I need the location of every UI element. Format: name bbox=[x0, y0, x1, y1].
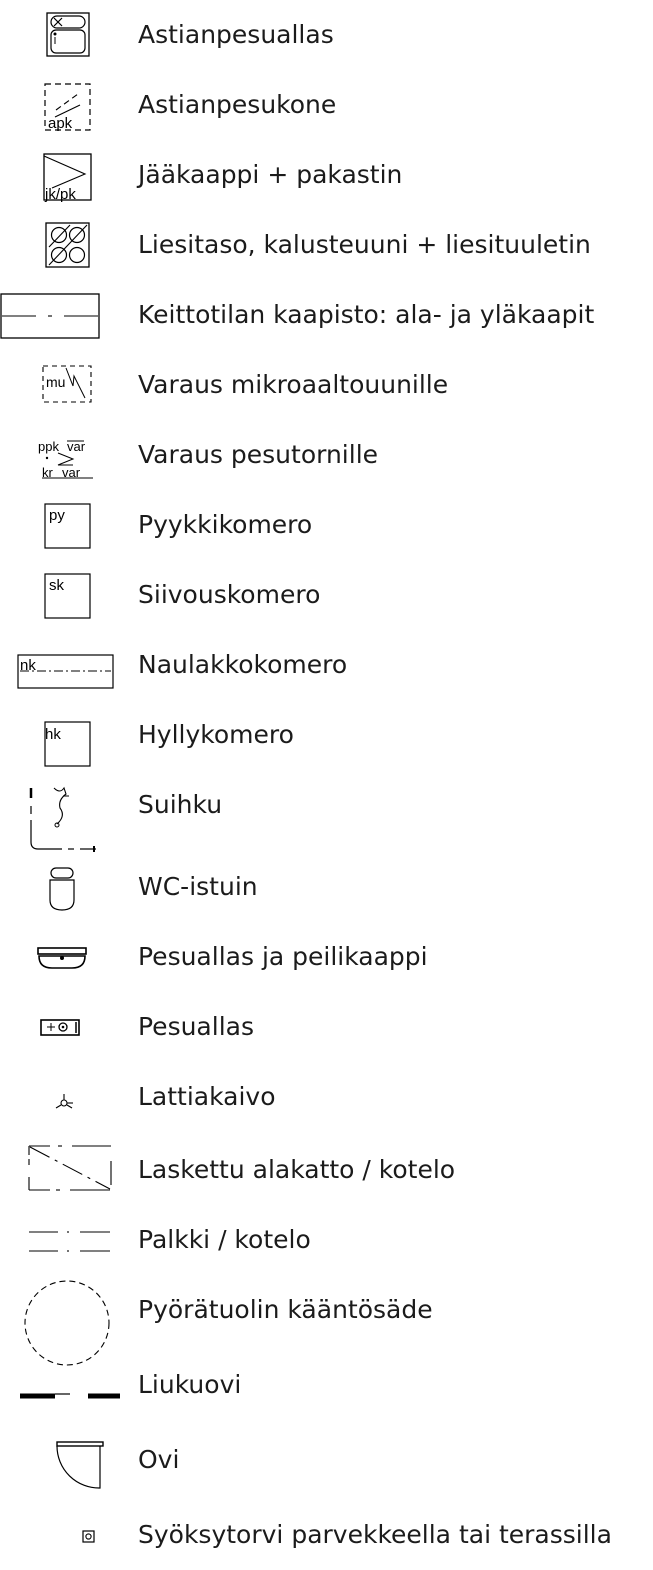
legend-label: Siivouskomero bbox=[138, 580, 321, 609]
legend-label: Hyllykomero bbox=[138, 720, 294, 749]
legend-item-washbasin: Pesuallas bbox=[0, 992, 653, 1062]
legend-label: Varaus pesutornille bbox=[138, 440, 379, 469]
legend-label: WC-istuin bbox=[138, 872, 258, 901]
fridge-freezer-icon: jk/pk bbox=[43, 153, 92, 203]
legend-item-dishwasher: apk Astianpesukone bbox=[0, 70, 653, 140]
dishwasher-icon: apk bbox=[44, 83, 91, 132]
legend-label: Ovi bbox=[138, 1445, 180, 1474]
legend-label: Varaus mikroaaltouunille bbox=[138, 370, 449, 399]
wheelchair-turning-radius-icon bbox=[24, 1280, 110, 1366]
legend-item-washing-tower: ppk var kr var Varaus pesutornille bbox=[0, 420, 653, 490]
legend-item-washbasin-mirror: Pesuallas ja peilikaappi bbox=[0, 922, 653, 992]
legend-label: Jääkaappi + pakastin bbox=[138, 160, 403, 189]
washing-tower-reservation-icon: ppk var kr var bbox=[38, 439, 93, 480]
legend-label: Astianpesukone bbox=[138, 90, 337, 119]
door-icon bbox=[56, 1441, 104, 1489]
shelf-closet-icon: hk bbox=[44, 721, 91, 767]
legend-item-toilet: WC-istuin bbox=[0, 852, 653, 922]
svg-text:ppk: ppk bbox=[38, 439, 59, 454]
legend-item-cleaning-closet: sk Siivouskomero bbox=[0, 560, 653, 630]
legend-item-sliding-door: Liukuovi bbox=[0, 1355, 653, 1425]
stove-hob-icon bbox=[45, 222, 90, 268]
dish-sink-icon bbox=[46, 12, 90, 57]
legend-item-lowered-ceiling: Laskettu alakatto / kotelo bbox=[0, 1135, 653, 1205]
legend-item-wheelchair: Pyörätuolin kääntösäde bbox=[0, 1275, 653, 1366]
legend-label: Laskettu alakatto / kotelo bbox=[138, 1155, 456, 1184]
legend-item-beam: Palkki / kotelo bbox=[0, 1205, 653, 1275]
legend-label: Pesuallas bbox=[138, 1012, 254, 1041]
cleaning-closet-icon: sk bbox=[44, 573, 91, 619]
kitchen-cabinets-icon bbox=[0, 293, 100, 339]
svg-text:mu: mu bbox=[46, 374, 65, 390]
svg-text:apk: apk bbox=[48, 115, 73, 132]
legend-item-kitchen-cabinets: Keittotilan kaapisto: ala- ja yläkaapit bbox=[0, 280, 653, 350]
svg-text:nk: nk bbox=[20, 657, 36, 674]
sliding-door-icon bbox=[20, 1393, 120, 1399]
legend-item-coat-closet: nk Naulakkokomero bbox=[0, 630, 653, 700]
lowered-ceiling-icon bbox=[28, 1145, 112, 1191]
washbasin-icon bbox=[40, 1019, 80, 1036]
laundry-closet-icon: py bbox=[44, 503, 91, 549]
legend-label: Astianpesuallas bbox=[138, 20, 334, 49]
microwave-reservation-icon: mu bbox=[42, 365, 92, 403]
legend-label: Syöksytorvi parvekkeella tai terassilla bbox=[138, 1520, 612, 1549]
coat-closet-icon: nk bbox=[17, 654, 114, 689]
legend-label: Pesuallas ja peilikaappi bbox=[138, 942, 428, 971]
svg-text:jk/pk: jk/pk bbox=[44, 186, 76, 203]
svg-text:sk: sk bbox=[49, 577, 65, 594]
legend-item-shower: Suihku bbox=[0, 770, 653, 852]
legend-item-fridge-freezer: jk/pk Jääkaappi + pakastin bbox=[0, 140, 653, 210]
svg-text:py: py bbox=[49, 507, 65, 524]
legend-label: Pyykkikomero bbox=[138, 510, 313, 539]
legend-label: Naulakkokomero bbox=[138, 650, 348, 679]
legend-label: Suihku bbox=[138, 790, 223, 819]
legend-item-floor-drain: Lattiakaivo bbox=[0, 1062, 653, 1132]
legend-label: Palkki / kotelo bbox=[138, 1225, 311, 1254]
floor-drain-icon bbox=[55, 1094, 73, 1109]
legend-label: Liukuovi bbox=[138, 1370, 242, 1399]
legend-item-stove: Liesitaso, kalusteuuni + liesituuletin bbox=[0, 210, 653, 280]
svg-text:hk: hk bbox=[45, 726, 61, 743]
washbasin-mirror-cabinet-icon bbox=[37, 947, 87, 969]
legend-item-door: Ovi bbox=[0, 1425, 653, 1495]
legend-item-dish-sink: Astianpesuallas bbox=[0, 0, 653, 70]
toilet-icon bbox=[49, 867, 75, 911]
legend-item-microwave: mu Varaus mikroaaltouunille bbox=[0, 350, 653, 420]
legend-label: Pyörätuolin kääntösäde bbox=[138, 1295, 433, 1324]
beam-casing-icon bbox=[29, 1231, 110, 1252]
legend-item-laundry-closet: py Pyykkikomero bbox=[0, 490, 653, 560]
legend-label: Liesitaso, kalusteuuni + liesituuletin bbox=[138, 230, 591, 259]
legend-item-shelf-closet: hk Hyllykomero bbox=[0, 700, 653, 770]
shower-icon bbox=[29, 786, 96, 852]
legend-label: Lattiakaivo bbox=[138, 1082, 276, 1111]
legend-label: Keittotilan kaapisto: ala- ja yläkaapit bbox=[138, 300, 595, 329]
